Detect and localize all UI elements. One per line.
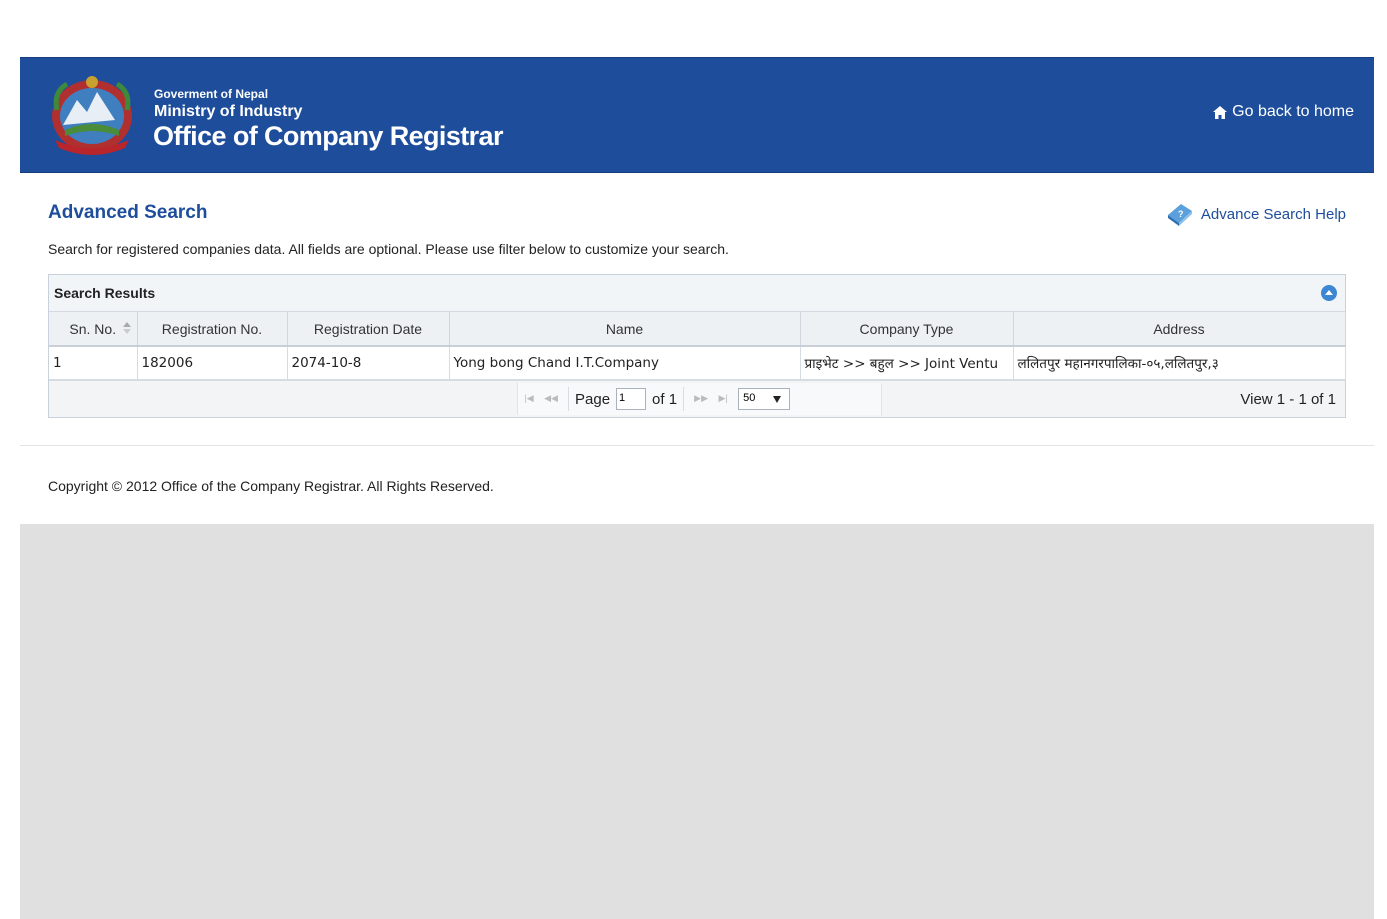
last-page-icon[interactable]: ▶| (714, 393, 732, 405)
page-total-label: of 1 (652, 390, 678, 408)
office-title: Office of Company Registrar (153, 121, 503, 151)
grid-caption: Search Results (54, 285, 156, 301)
cell-registration-no: 182006 (137, 346, 288, 380)
go-home-link[interactable]: Go back to home (1213, 103, 1354, 121)
gov-line: Goverment of Nepal (154, 87, 269, 101)
first-page-icon[interactable]: |◀ (520, 393, 538, 405)
page-label: Page (575, 390, 611, 408)
home-icon (1213, 105, 1228, 119)
rows-per-page-select[interactable]: 50 (738, 388, 791, 410)
grid-caption-bar: Search Results (49, 275, 1345, 312)
table-row[interactable]: 1 182006 2074-10-8 Yong bong Chand I.T.C… (49, 346, 1346, 380)
site-header: Goverment of Nepal Ministry of Industry … (20, 57, 1374, 173)
column-header-registration-date[interactable]: Registration Date (287, 312, 450, 347)
prev-page-icon[interactable]: ◀◀ (542, 393, 560, 405)
results-table: Sn. No. Registration No. Registration Da… (49, 312, 1346, 380)
column-header-name[interactable]: Name (449, 312, 801, 347)
search-results-grid: Search Results Sn. No. Registration No. (48, 274, 1346, 418)
copyright-text: Copyright © 2012 Office of the Company R… (48, 478, 494, 494)
pager-separator (683, 387, 685, 411)
help-link-label: Advance Search Help (1200, 205, 1346, 223)
site-footer: Copyright © 2012 Office of the Company R… (20, 446, 1374, 524)
column-header-registration-no[interactable]: Registration No. (137, 312, 288, 347)
grid-pager: |◀ ◀◀ Page 1 of 1 ▶▶ ▶| 50 View 1 - 1 of… (49, 380, 1345, 417)
cell-address: ललितपुर महानगरपालिका-०५,ललितपुर,३ (1013, 346, 1346, 380)
home-link-label: Go back to home (1232, 103, 1354, 120)
pager-controls: |◀ ◀◀ Page 1 of 1 ▶▶ ▶| 50 (517, 383, 882, 415)
sort-icon (122, 322, 131, 334)
cell-name: Yong bong Chand I.T.Company (449, 346, 801, 380)
nepal-emblem-logo (52, 76, 132, 155)
search-description: Search for registered companies data. Al… (48, 241, 729, 257)
column-header-address[interactable]: Address (1013, 312, 1346, 347)
dropdown-arrow-icon (773, 396, 782, 403)
advance-search-help-link[interactable]: ? Advance Search Help (1165, 201, 1346, 227)
pager-separator (568, 387, 569, 411)
cell-registration-date: 2074-10-8 (287, 346, 450, 380)
cell-sn: 1 (49, 346, 138, 380)
next-page-icon[interactable]: ▶▶ (692, 393, 710, 405)
page-number-input[interactable]: 1 (616, 388, 647, 410)
record-count: View 1 - 1 of 1 (1240, 391, 1336, 408)
column-header-company-type[interactable]: Company Type (800, 312, 1014, 347)
collapse-grid-icon[interactable] (1321, 285, 1337, 301)
cell-company-type: प्राइभेट >> बहुल >> Joint Ventu (800, 346, 1014, 380)
ministry-line: Ministry of Industry (154, 103, 303, 120)
svg-text:?: ? (1178, 209, 1184, 219)
help-book-icon: ? (1167, 204, 1192, 226)
page-title: Advanced Search (48, 202, 208, 223)
main-content: Advanced Search ? Advance Search Help Se… (20, 173, 1374, 445)
column-header-sn[interactable]: Sn. No. (49, 312, 138, 347)
